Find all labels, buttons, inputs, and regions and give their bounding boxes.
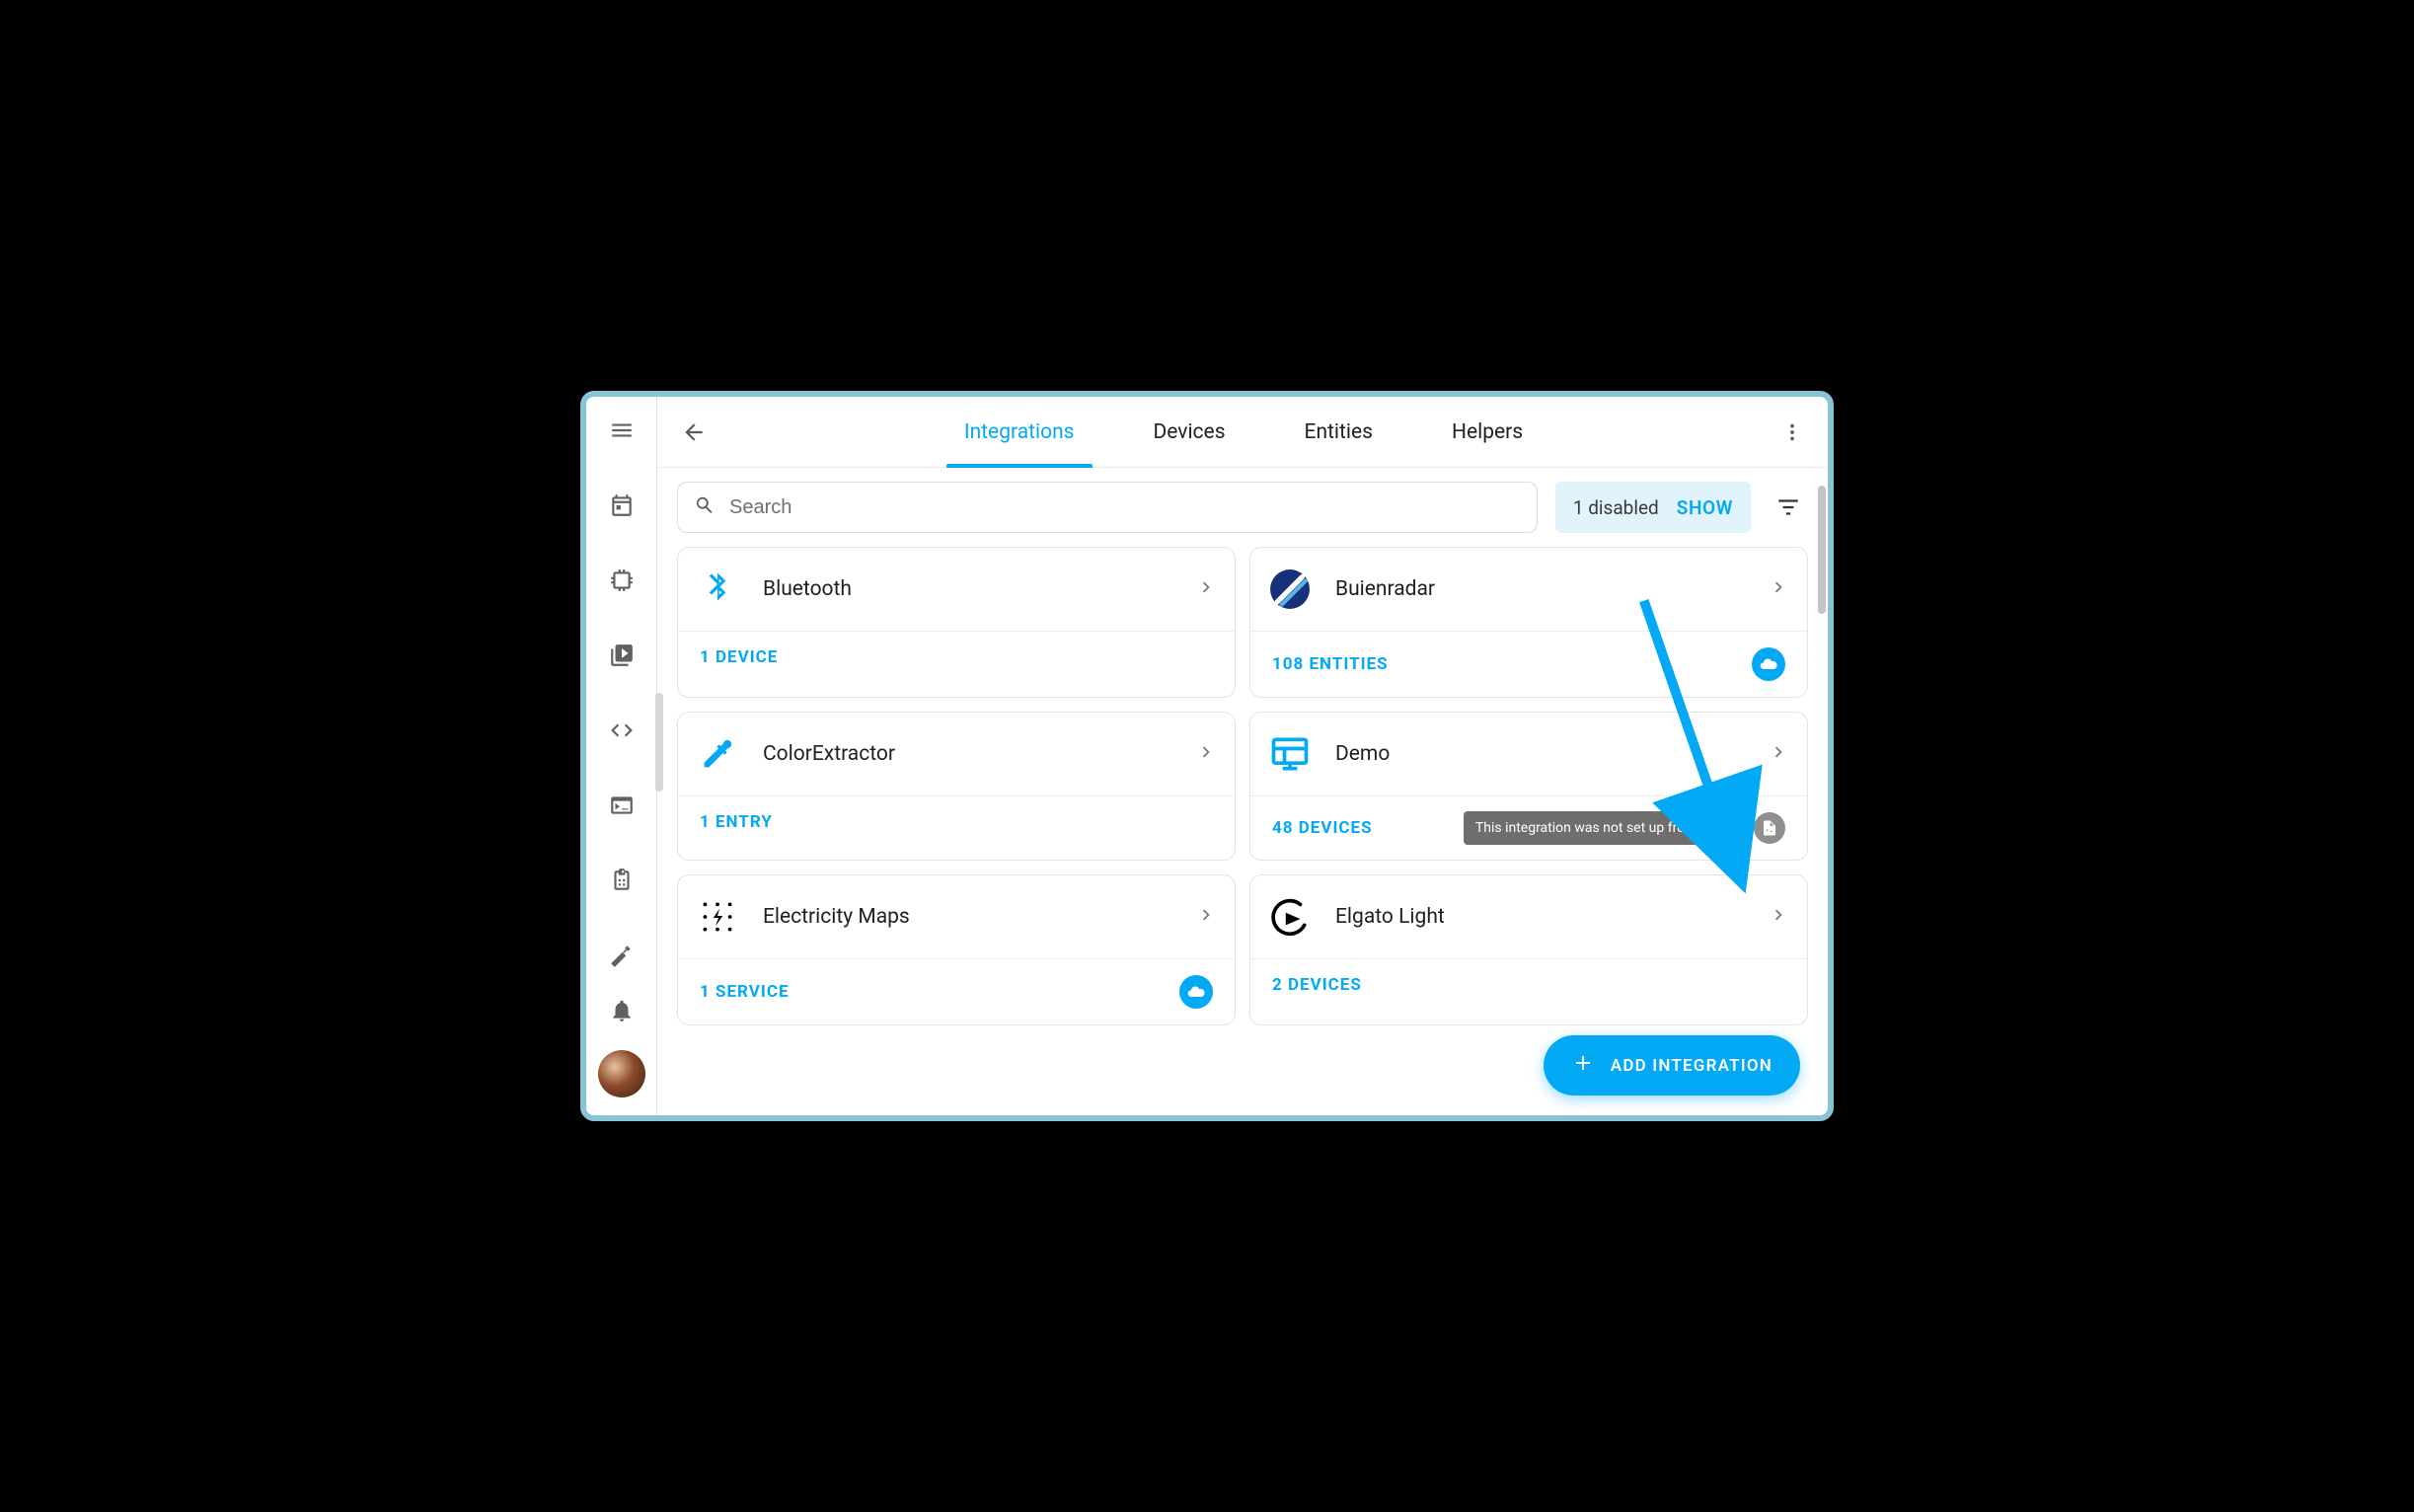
tab-devices[interactable]: Devices bbox=[1154, 397, 1226, 467]
filter-icon[interactable] bbox=[1769, 488, 1808, 527]
content-scroll[interactable]: Bluetooth 1 DEVICE Buienradar bbox=[657, 547, 1828, 1115]
card-footer: 108 ENTITIES bbox=[1250, 631, 1807, 697]
card-colorextractor: ColorExtractor 1 ENTRY bbox=[677, 712, 1236, 861]
main-area: Integrations Devices Entities Helpers 1 … bbox=[657, 397, 1828, 1115]
card-header[interactable]: Electricity Maps bbox=[678, 875, 1235, 958]
card-header[interactable]: Demo bbox=[1250, 713, 1807, 795]
card-title: Buienradar bbox=[1335, 577, 1744, 601]
yaml-config-badge-icon[interactable]: This integration was not set up from the… bbox=[1754, 812, 1785, 844]
integrations-grid: Bluetooth 1 DEVICE Buienradar bbox=[677, 547, 1808, 1065]
cloud-badge-icon bbox=[1752, 647, 1785, 681]
chevron-right-icon bbox=[1768, 904, 1789, 930]
menu-icon[interactable] bbox=[602, 411, 641, 450]
card-footer: 1 ENTRY bbox=[678, 795, 1235, 848]
add-integration-button[interactable]: ADD INTEGRATION bbox=[1544, 1035, 1800, 1096]
eyedropper-icon bbox=[696, 732, 739, 776]
card-footer: 2 DEVICES bbox=[1250, 958, 1807, 1011]
tabs: Integrations Devices Entities Helpers bbox=[717, 397, 1771, 467]
card-footer: 1 DEVICE bbox=[678, 631, 1235, 683]
window: Integrations Devices Entities Helpers 1 … bbox=[580, 391, 1834, 1121]
metric-link[interactable]: 1 ENTRY bbox=[700, 812, 773, 832]
chevron-right-icon bbox=[1195, 576, 1217, 602]
show-disabled-button[interactable]: SHOW bbox=[1677, 496, 1733, 519]
tab-integrations[interactable]: Integrations bbox=[964, 397, 1075, 467]
card-title: Electricity Maps bbox=[763, 905, 1171, 929]
card-footer: 48 DEVICES This integration was not set … bbox=[1250, 795, 1807, 860]
bluetooth-icon bbox=[696, 567, 739, 611]
search-input[interactable] bbox=[729, 496, 1521, 519]
more-menu-icon[interactable] bbox=[1771, 411, 1814, 454]
card-title: Demo bbox=[1335, 742, 1744, 766]
chevron-right-icon bbox=[1195, 741, 1217, 767]
avatar[interactable] bbox=[598, 1050, 645, 1097]
sidebar-rail bbox=[586, 397, 657, 1115]
tab-helpers[interactable]: Helpers bbox=[1452, 397, 1523, 467]
card-header[interactable]: Elgato Light bbox=[1250, 875, 1807, 958]
card-header[interactable]: Buienradar bbox=[1250, 548, 1807, 631]
metric-link[interactable]: 48 DEVICES bbox=[1272, 818, 1373, 838]
card-bluetooth: Bluetooth 1 DEVICE bbox=[677, 547, 1236, 698]
notifications-icon[interactable] bbox=[602, 991, 641, 1030]
card-header[interactable]: ColorExtractor bbox=[678, 713, 1235, 795]
buienradar-icon bbox=[1268, 567, 1312, 611]
chevron-right-icon bbox=[1768, 576, 1789, 602]
plus-icon bbox=[1571, 1051, 1595, 1080]
metric-link[interactable]: 2 DEVICES bbox=[1272, 975, 1362, 995]
fab-label: ADD INTEGRATION bbox=[1611, 1056, 1773, 1076]
disabled-chip: 1 disabled SHOW bbox=[1555, 482, 1751, 533]
card-demo: Demo 48 DEVICES This integration was not… bbox=[1249, 712, 1808, 861]
search-box[interactable] bbox=[677, 482, 1538, 533]
chevron-right-icon bbox=[1768, 741, 1789, 767]
chevron-right-icon bbox=[1195, 904, 1217, 930]
scrollbar-indicator[interactable] bbox=[1818, 486, 1826, 614]
demo-monitor-icon bbox=[1268, 732, 1312, 776]
card-title: ColorExtractor bbox=[763, 742, 1171, 766]
code-icon[interactable] bbox=[602, 711, 641, 750]
card-electricitymaps: Electricity Maps 1 SERVICE bbox=[677, 874, 1236, 1025]
metric-link[interactable]: 1 SERVICE bbox=[700, 982, 790, 1002]
cloud-badge-icon bbox=[1179, 975, 1213, 1009]
metric-link[interactable]: 1 DEVICE bbox=[700, 647, 778, 667]
search-row: 1 disabled SHOW bbox=[657, 468, 1828, 547]
top-bar: Integrations Devices Entities Helpers bbox=[657, 397, 1828, 468]
calendar-event-icon[interactable] bbox=[602, 486, 641, 525]
chip-icon[interactable] bbox=[602, 561, 641, 600]
back-button[interactable] bbox=[671, 410, 717, 455]
card-footer: 1 SERVICE bbox=[678, 958, 1235, 1024]
electricity-icon bbox=[696, 895, 739, 939]
tab-entities[interactable]: Entities bbox=[1305, 397, 1373, 467]
elgato-icon bbox=[1268, 895, 1312, 939]
clipboard-icon[interactable] bbox=[602, 861, 641, 900]
disabled-count: 1 disabled bbox=[1573, 496, 1659, 519]
card-elgato: Elgato Light 2 DEVICES bbox=[1249, 874, 1808, 1025]
card-buienradar: Buienradar 108 ENTITIES bbox=[1249, 547, 1808, 698]
tooltip: This integration was not set up from the… bbox=[1464, 811, 1748, 845]
metric-link[interactable]: 108 ENTITIES bbox=[1272, 654, 1389, 674]
card-header[interactable]: Bluetooth bbox=[678, 548, 1235, 631]
terminal-icon[interactable] bbox=[602, 786, 641, 825]
media-video-icon[interactable] bbox=[602, 636, 641, 675]
search-icon bbox=[694, 494, 716, 520]
card-title: Bluetooth bbox=[763, 577, 1171, 601]
card-title: Elgato Light bbox=[1335, 905, 1744, 929]
hammer-icon[interactable] bbox=[602, 936, 641, 975]
